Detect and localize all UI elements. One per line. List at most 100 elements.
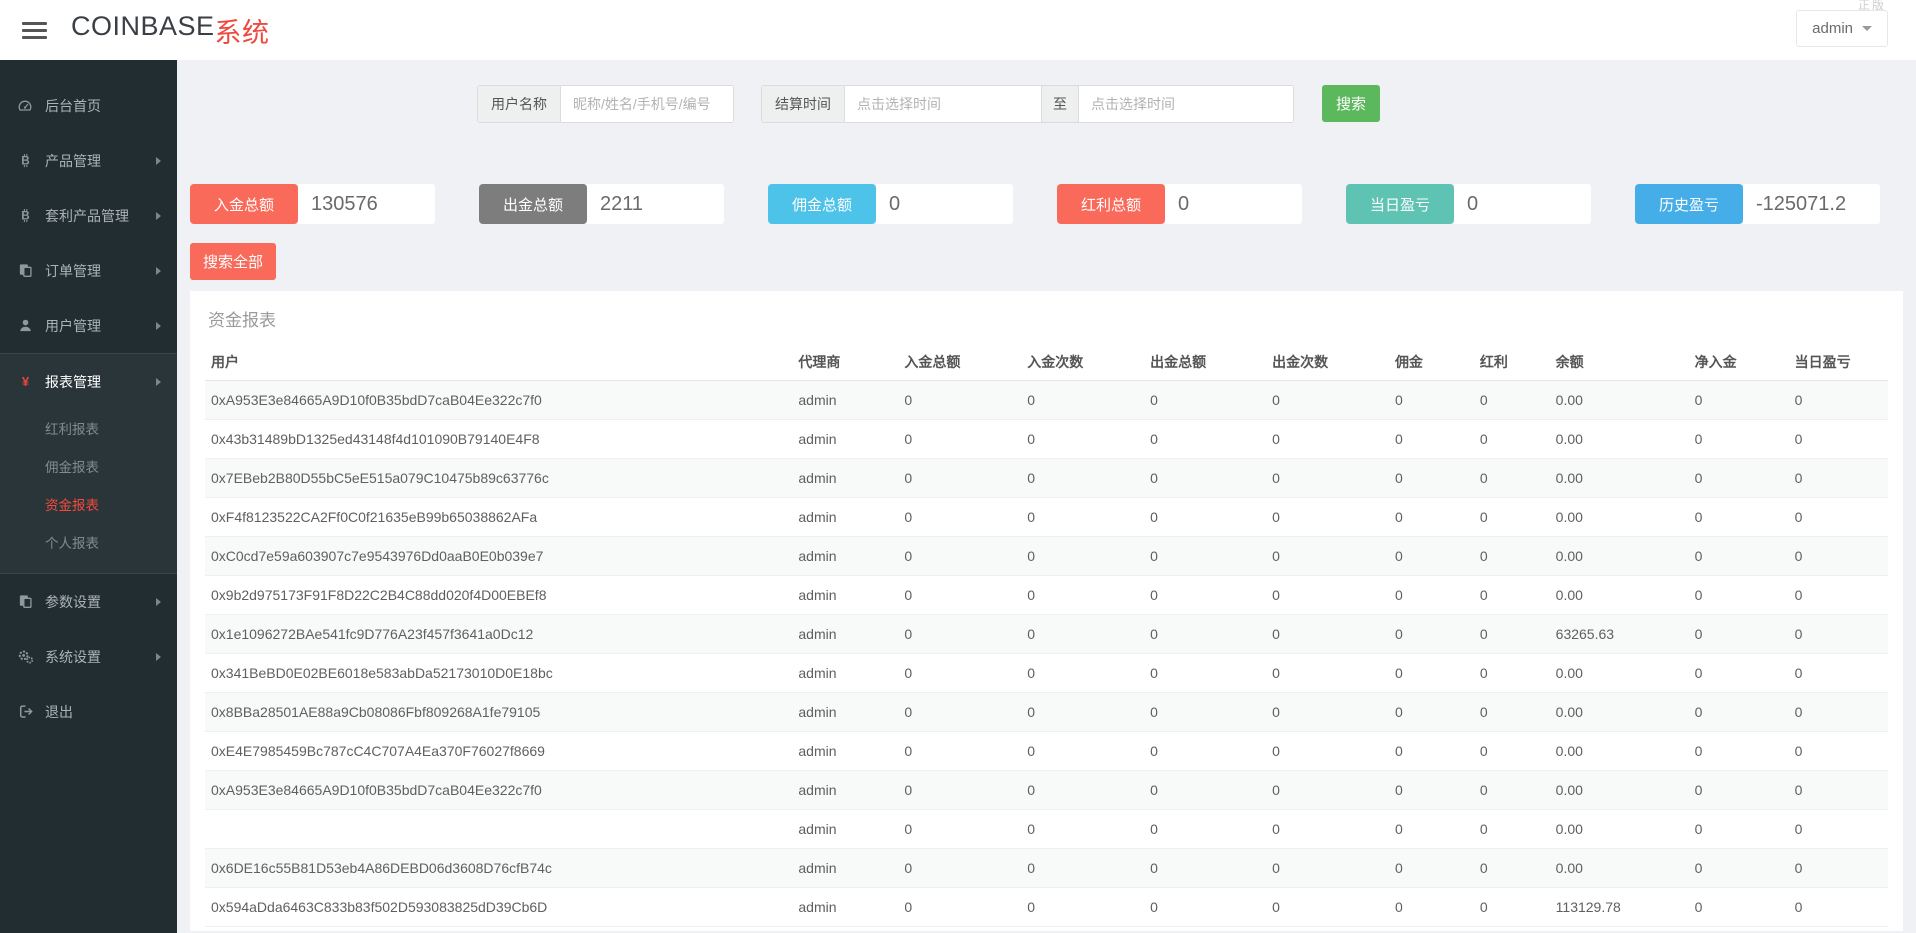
user-address-cell xyxy=(205,809,793,849)
sidebar-item-personal-report[interactable]: 个人报表 xyxy=(0,523,177,561)
value-cell: 0 xyxy=(1144,458,1267,498)
value-cell: 0 xyxy=(1788,731,1888,771)
value-cell: 0 xyxy=(1388,887,1474,927)
brand-text: COINBASE xyxy=(71,10,215,41)
value-cell: 0.00 xyxy=(1549,497,1689,537)
table-row: 0x594aDda6463C833b83f502D593083825dD39Cb… xyxy=(205,887,1888,927)
chevron-right-icon xyxy=(156,211,161,220)
value-cell: 0 xyxy=(1021,887,1145,927)
value-cell: 0 xyxy=(898,458,1022,498)
value-cell: 0 xyxy=(1144,380,1267,420)
value-cell: 0 xyxy=(1021,809,1145,849)
sidebar-item-dividend-report[interactable]: 红利报表 xyxy=(0,409,177,447)
sidebar-item-commission-report[interactable]: 佣金报表 xyxy=(0,447,177,485)
value-cell: admin xyxy=(792,692,899,732)
value-cell: 0 xyxy=(1266,380,1389,420)
value-cell: 0 xyxy=(1266,692,1389,732)
value-cell: 0 xyxy=(898,653,1022,693)
value-cell: 0 xyxy=(1688,692,1789,732)
value-cell: 0.00 xyxy=(1549,848,1689,888)
value-cell: 0 xyxy=(1688,848,1789,888)
sidebar-item-logout[interactable]: 退出 xyxy=(0,684,177,739)
stat-label: 佣金总额 xyxy=(768,184,876,224)
value-cell: 0 xyxy=(1688,770,1789,810)
user-address-cell: 0x7EBeb2B80D55bC5eE515a079C10475b89c6377… xyxy=(205,458,793,498)
sidebar-item-arbitrage-products[interactable]: B 套利产品管理 xyxy=(0,188,177,243)
search-all-button[interactable]: 搜索全部 xyxy=(190,243,276,280)
value-cell: 0 xyxy=(1021,848,1145,888)
value-cell: admin xyxy=(792,731,899,771)
table-row: 0x7EBeb2B80D55bC5eE515a079C10475b89c6377… xyxy=(205,458,1888,498)
value-cell: 0 xyxy=(1021,731,1145,771)
value-cell: 0.00 xyxy=(1549,380,1689,420)
value-cell: admin xyxy=(792,458,899,498)
sidebar-item-system-settings[interactable]: 系统设置 xyxy=(0,629,177,684)
brand-logo: COINBASE 系统 xyxy=(71,11,270,50)
username-input[interactable] xyxy=(561,86,733,122)
stat-value: 130576 xyxy=(298,184,435,224)
sidebar-item-orders[interactable]: 订单管理 xyxy=(0,243,177,298)
user-address-cell: 0x8BBa28501AE88a9Cb08086Fbf809268A1fe791… xyxy=(205,692,793,732)
admin-dropdown[interactable]: admin xyxy=(1796,10,1888,47)
value-cell: 0 xyxy=(1021,614,1145,654)
value-cell: 0 xyxy=(1266,848,1389,888)
table-header-row: 用户 代理商 入金总额 入金次数 出金总额 出金次数 佣金 红利 余额 净入金 … xyxy=(205,344,1888,381)
value-cell: 0 xyxy=(1388,419,1474,459)
panel-title: 资金报表 xyxy=(208,311,276,330)
user-address-cell: 0xF4f8123522CA2Ff0C0f21635eB99b65038862A… xyxy=(205,497,793,537)
value-cell: admin xyxy=(792,575,899,615)
value-cell: admin xyxy=(792,653,899,693)
value-cell: 0 xyxy=(1388,497,1474,537)
sidebar-item-reports[interactable]: ¥ 报表管理 xyxy=(0,354,177,409)
col-header-deposit-total: 入金总额 xyxy=(898,344,1022,381)
value-cell: 0 xyxy=(1266,887,1389,927)
value-cell: 0 xyxy=(1266,770,1389,810)
sidebar-item-parameters[interactable]: 参数设置 xyxy=(0,574,177,629)
hamburger-menu-icon[interactable] xyxy=(22,18,47,43)
sidebar-item-products[interactable]: B 产品管理 xyxy=(0,133,177,188)
chevron-right-icon xyxy=(156,597,161,606)
value-cell: admin xyxy=(792,497,899,537)
value-cell: 0 xyxy=(1388,692,1474,732)
stat-card-dividend-total: 红利总额 0 xyxy=(1057,184,1302,224)
value-cell: 0 xyxy=(1473,419,1550,459)
table-row: 0x6DE16c55B81D53eb4A86DEBD06d3608D76cfB7… xyxy=(205,848,1888,888)
value-cell: 0 xyxy=(898,809,1022,849)
value-cell: 0 xyxy=(1388,458,1474,498)
time-from-input[interactable] xyxy=(845,86,1041,122)
value-cell: 0 xyxy=(1388,848,1474,888)
brand-suffix-text: 系统 xyxy=(214,17,270,48)
value-cell: admin xyxy=(792,614,899,654)
sidebar-item-users[interactable]: 用户管理 xyxy=(0,298,177,353)
funds-report-table: 用户 代理商 入金总额 入金次数 出金总额 出金次数 佣金 红利 余额 净入金 … xyxy=(205,344,1888,927)
user-icon xyxy=(16,318,34,334)
stats-row: 入金总额 130576 出金总额 2211 佣金总额 0 红利总额 0 当日盈亏… xyxy=(190,184,1903,224)
col-header-agent: 代理商 xyxy=(792,344,899,381)
svg-text:¥: ¥ xyxy=(21,374,29,389)
stat-label: 当日盈亏 xyxy=(1346,184,1454,224)
value-cell: 0 xyxy=(1388,809,1474,849)
value-cell: 0 xyxy=(1266,575,1389,615)
value-cell: 0 xyxy=(1144,653,1267,693)
value-cell: 0 xyxy=(1473,380,1550,420)
value-cell: 0 xyxy=(1473,575,1550,615)
value-cell: 0 xyxy=(898,887,1022,927)
stat-value: 2211 xyxy=(587,184,724,224)
stat-label: 历史盈亏 xyxy=(1635,184,1743,224)
stat-label: 红利总额 xyxy=(1057,184,1165,224)
search-button[interactable]: 搜索 xyxy=(1322,85,1380,122)
col-header-user: 用户 xyxy=(205,344,793,381)
value-cell: 0 xyxy=(1473,731,1550,771)
stat-card-commission-total: 佣金总额 0 xyxy=(768,184,1013,224)
sidebar-item-dashboard[interactable]: 后台首页 xyxy=(0,78,177,133)
sidebar-item-funds-report[interactable]: 资金报表 xyxy=(0,485,177,523)
value-cell: 0 xyxy=(1473,692,1550,732)
table-row: 0x9b2d975173F91F8D22C2B4C88dd020f4D00EBE… xyxy=(205,575,1888,615)
value-cell: 0 xyxy=(1473,653,1550,693)
col-header-withdraw-count: 出金次数 xyxy=(1266,344,1389,381)
top-header: COINBASE 系统 正版 admin xyxy=(0,0,1916,60)
time-to-input[interactable] xyxy=(1079,86,1293,122)
user-address-cell: 0xA953E3e84665A9D10f0B35bdD7caB04Ee322c7… xyxy=(205,770,793,810)
value-cell: 0 xyxy=(1388,770,1474,810)
value-cell: 0 xyxy=(1788,848,1888,888)
